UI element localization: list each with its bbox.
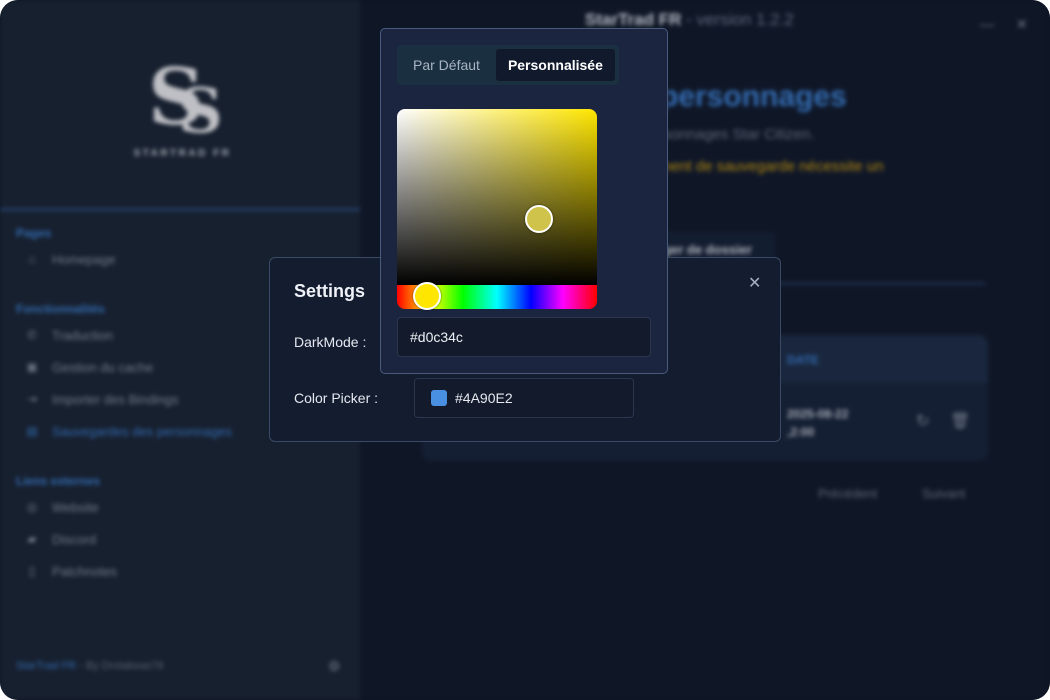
color-picker-value: #4A90E2 xyxy=(455,390,513,406)
settings-title: Settings xyxy=(294,281,366,301)
tab-custom[interactable]: Personnalisée xyxy=(495,49,615,81)
color-picker-field[interactable]: #4A90E2 xyxy=(414,378,634,418)
app-window: S S STARTRAD FR Pages ⌂ Homepage Fonctio… xyxy=(0,0,1050,700)
hex-input[interactable] xyxy=(397,317,651,357)
color-picker-label: Color Picker : xyxy=(294,390,379,406)
picker-tab-group: Par Défaut Personnalisée xyxy=(397,45,619,85)
color-swatch xyxy=(431,390,447,406)
saturation-handle[interactable] xyxy=(525,205,553,233)
tab-default[interactable]: Par Défaut xyxy=(401,49,492,81)
darkmode-label: DarkMode : xyxy=(294,334,367,350)
saturation-value-area[interactable] xyxy=(397,109,597,285)
hue-handle[interactable] xyxy=(413,282,441,310)
color-picker-popover: Par Défaut Personnalisée xyxy=(380,28,668,374)
close-icon[interactable]: ✕ xyxy=(748,273,761,293)
